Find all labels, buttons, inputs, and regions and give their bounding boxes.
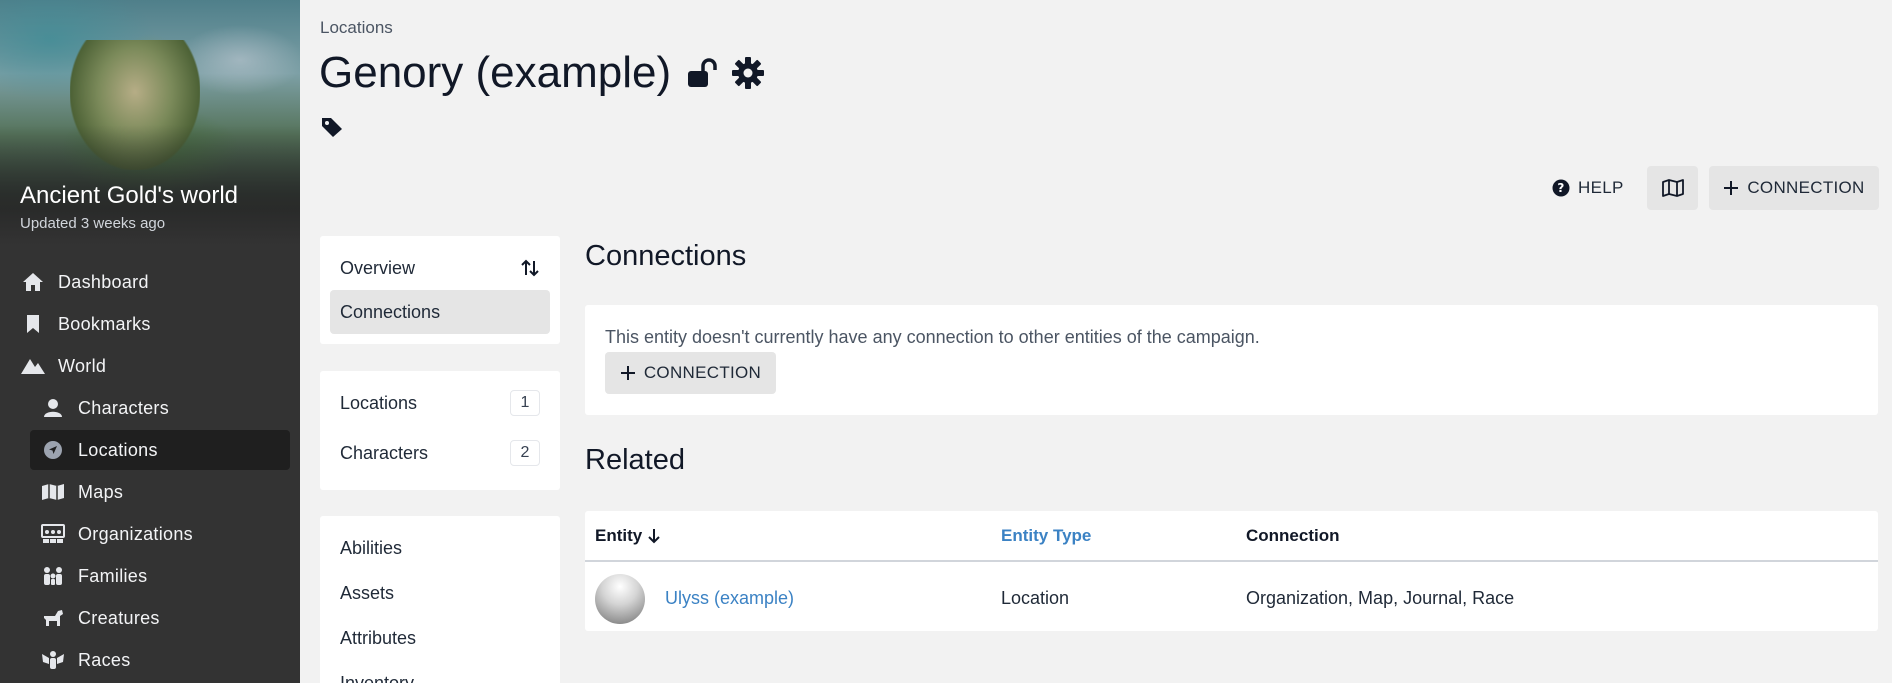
world-updated-text: Updated 3 weeks ago <box>20 215 166 232</box>
entity-type-cell: Location <box>1001 587 1070 608</box>
page-title-row: Genory (example) <box>319 48 777 98</box>
map-button[interactable] <box>1647 166 1698 210</box>
connection-label: CONNECTION <box>643 363 762 382</box>
sidebar-item-label: Characters <box>78 397 170 418</box>
related-heading: Related <box>585 444 685 476</box>
count-badge: 2 <box>510 440 540 466</box>
reorder-icon[interactable] <box>520 258 540 283</box>
mountain-icon <box>20 355 46 377</box>
unlock-icon[interactable] <box>685 56 719 90</box>
related-table: Entity Entity Type Connection Ulyss (exa… <box>585 511 1878 631</box>
sidebar-item-locations[interactable]: Locations <box>30 430 290 470</box>
page-title: Genory (example) <box>319 48 672 97</box>
plus-icon <box>1723 180 1739 196</box>
sidebar-item-label: Creatures <box>78 607 160 628</box>
sidebar-item-world[interactable]: World <box>20 346 290 386</box>
organization-icon <box>40 523 66 545</box>
location-arrow-icon <box>40 439 66 461</box>
svg-text:?: ? <box>1557 181 1564 195</box>
menu-item-locations[interactable]: Locations 1 <box>330 381 550 425</box>
breadcrumb[interactable]: Locations <box>320 18 393 38</box>
entity-link[interactable]: Ulyss (example) <box>665 573 794 623</box>
help-button[interactable]: ? HELP <box>1544 166 1632 210</box>
menu-item-connections[interactable]: Connections <box>330 290 550 334</box>
menu-item-label: Overview <box>340 257 416 278</box>
add-connection-button[interactable]: CONNECTION <box>1709 166 1879 210</box>
sidebar-item-label: Families <box>78 565 148 586</box>
entity-menu-main: Overview Connections <box>320 236 560 344</box>
home-icon <box>20 271 46 293</box>
sidebar-item-label: World <box>58 355 107 376</box>
sidebar-item-creatures[interactable]: Creatures <box>40 598 290 638</box>
menu-item-assets[interactable]: Assets <box>330 571 550 615</box>
gear-icon[interactable] <box>731 56 765 90</box>
menu-item-label: Connections <box>340 301 441 322</box>
sidebar-item-bookmarks[interactable]: Bookmarks <box>20 304 290 344</box>
menu-item-label: Assets <box>340 582 395 603</box>
sidebar-item-label: Bookmarks <box>58 313 151 334</box>
count-badge: 1 <box>510 390 540 416</box>
connections-heading: Connections <box>585 240 747 272</box>
add-connection-inline-button[interactable]: CONNECTION <box>605 352 776 394</box>
entity-menu-relations: Locations 1 Characters 2 <box>320 371 560 490</box>
sidebar-item-races[interactable]: Races <box>40 640 290 680</box>
column-header-connection[interactable]: Connection <box>1246 511 1340 561</box>
table-header-divider <box>585 560 1878 562</box>
creature-icon <box>40 607 66 629</box>
family-icon <box>40 565 66 587</box>
connection-cell: Organization, Map, Journal, Race <box>1246 587 1515 608</box>
menu-item-abilities[interactable]: Abilities <box>330 526 550 570</box>
menu-item-inventory[interactable]: Inventory <box>330 661 550 683</box>
menu-item-label: Inventory <box>340 672 415 683</box>
sort-down-icon <box>647 528 661 544</box>
sidebar-item-label: Dashboard <box>58 271 149 292</box>
avatar[interactable] <box>595 574 645 624</box>
menu-item-attributes[interactable]: Attributes <box>330 616 550 660</box>
sidebar-item-label: Organizations <box>78 523 193 544</box>
menu-item-label: Attributes <box>340 627 417 648</box>
sidebar-item-label: Races <box>78 649 131 670</box>
race-icon <box>40 649 66 671</box>
tag-icon[interactable] <box>320 116 344 143</box>
connection-label: CONNECTION <box>1747 178 1865 197</box>
user-icon <box>40 397 66 419</box>
menu-item-label: Locations <box>340 392 418 413</box>
sidebar-item-organizations[interactable]: Organizations <box>40 514 290 554</box>
menu-item-label: Abilities <box>340 537 403 558</box>
bookmark-icon <box>20 313 46 335</box>
map-icon <box>1661 179 1684 197</box>
column-header-entity-type[interactable]: Entity Type <box>1001 511 1091 561</box>
sidebar-item-maps[interactable]: Maps <box>40 472 290 512</box>
sidebar-item-dashboard[interactable]: Dashboard <box>20 262 290 302</box>
column-header-entity[interactable]: Entity <box>595 511 661 561</box>
entity-menu-extras: Abilities Assets Attributes Inventory <box>320 516 560 683</box>
menu-item-label: Characters <box>340 442 429 463</box>
map-icon <box>40 481 66 503</box>
sidebar-item-label: Locations <box>78 439 158 460</box>
menu-item-overview[interactable]: Overview <box>330 246 550 290</box>
plus-icon <box>620 365 636 381</box>
empty-connections-text: This entity doesn't currently have any c… <box>605 327 1260 347</box>
connections-panel: This entity doesn't currently have any c… <box>585 305 1878 415</box>
column-header-label: Entity <box>595 526 643 545</box>
sidebar: Ancient Gold's world Updated 3 weeks ago… <box>0 0 300 683</box>
sidebar-item-label: Maps <box>78 481 124 502</box>
sidebar-item-families[interactable]: Families <box>40 556 290 596</box>
help-label: HELP <box>1578 178 1624 197</box>
question-circle-icon: ? <box>1552 179 1570 197</box>
world-title[interactable]: Ancient Gold's world <box>20 182 238 210</box>
sidebar-item-characters[interactable]: Characters <box>40 388 290 428</box>
menu-item-characters[interactable]: Characters 2 <box>330 431 550 475</box>
